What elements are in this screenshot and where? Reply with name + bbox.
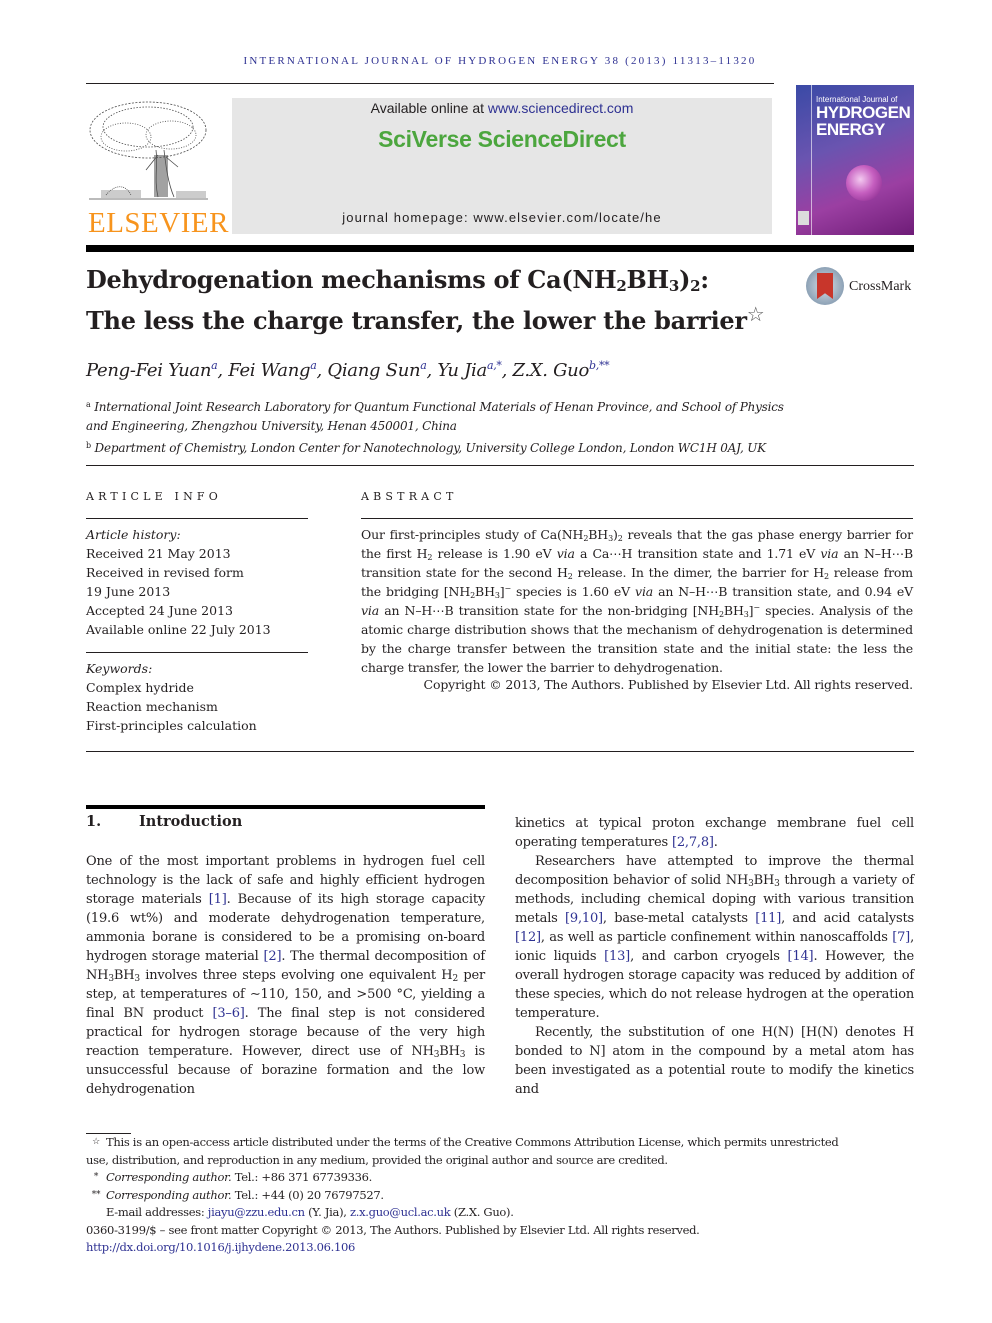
citation-link[interactable]: [3–6] bbox=[212, 1006, 244, 1021]
history-item: Available online 22 July 2013 bbox=[86, 622, 271, 637]
author-affiliation-mark[interactable]: a,* bbox=[487, 359, 502, 372]
corresponding-author-2: ** Corresponding author. Tel.: +44 (0) 20… bbox=[91, 1187, 384, 1202]
cover-orb-graphic bbox=[846, 165, 882, 201]
corresponding-author-1: * Corresponding author. Tel.: +86 371 677… bbox=[93, 1170, 373, 1184]
sciencedirect-link[interactable]: www.sciencedirect.com bbox=[488, 100, 634, 116]
author-affiliation-mark[interactable]: a bbox=[310, 359, 317, 372]
elsevier-tree-icon bbox=[89, 101, 208, 200]
article-history: Article history: Received 21 May 2013 Re… bbox=[86, 527, 271, 637]
history-item: Received 21 May 2013 bbox=[86, 546, 231, 561]
keywords-list: Keywords: Complex hydride Reaction mecha… bbox=[86, 661, 257, 733]
abstract-heading: ABSTRACT bbox=[361, 490, 458, 503]
sciverse-sciencedirect-logo[interactable]: SciVerse ScienceDirect bbox=[232, 126, 772, 153]
history-item: Accepted 24 June 2013 bbox=[86, 603, 233, 618]
body-column-left: One of the most important problems in hy… bbox=[86, 854, 485, 1097]
sciencedirect-banner: Available online at www.sciencedirect.co… bbox=[232, 98, 772, 234]
body-column-right: kinetics at typical proton exchange memb… bbox=[515, 816, 915, 1097]
email-addresses: E-mail addresses: jiayu@zzu.edu.cn (Y. J… bbox=[106, 1205, 514, 1219]
cover-publisher-mark bbox=[798, 211, 809, 225]
available-online-text: Available online at www.sciencedirect.co… bbox=[370, 100, 634, 116]
author-name[interactable]: Z.X. Guo bbox=[512, 360, 589, 381]
article-title: Dehydrogenation mechanisms of Ca(NH2BH3)… bbox=[86, 265, 765, 335]
history-item: Received in revised form bbox=[86, 565, 244, 580]
author-name[interactable]: Fei Wang bbox=[228, 360, 310, 381]
abstract-copyright: Copyright © 2013, The Authors. Published… bbox=[423, 677, 914, 692]
citation-link[interactable]: [1] bbox=[209, 892, 227, 907]
abstract-bottom-rule bbox=[86, 751, 914, 752]
open-access-note: ☆ This is an open-access article distribu… bbox=[86, 1134, 916, 1152]
abstract-rule bbox=[361, 518, 913, 519]
running-header: INTERNATIONAL JOURNAL OF HYDROGEN ENERGY… bbox=[243, 55, 757, 67]
header-rule bbox=[86, 83, 774, 84]
author-affiliation-mark[interactable]: b,** bbox=[589, 359, 610, 372]
section-rule bbox=[86, 805, 485, 809]
citation-link[interactable]: [13] bbox=[604, 949, 630, 964]
citation-link[interactable]: [2] bbox=[264, 949, 282, 964]
citation-link[interactable]: [7] bbox=[892, 930, 910, 945]
keyword-item: Complex hydride bbox=[86, 680, 194, 695]
keyword-item: Reaction mechanism bbox=[86, 699, 218, 714]
citation-link[interactable]: [9,10] bbox=[565, 911, 603, 926]
article-info-heading: ARTICLE INFO bbox=[86, 490, 222, 503]
article-info-rule bbox=[86, 518, 308, 519]
abstract-text: Our first-principles study of Ca(NH2BH3)… bbox=[361, 527, 913, 675]
email-link-jia[interactable]: jiayu@zzu.edu.cn bbox=[208, 1205, 305, 1219]
affiliation-a: a International Joint Research Laborator… bbox=[86, 400, 784, 455]
affiliation-rule bbox=[86, 465, 914, 466]
issn-copyright: 0360-3199/$ – see front matter Copyright… bbox=[86, 1222, 700, 1237]
section-heading-introduction: 1. Introduction bbox=[86, 813, 243, 830]
elsevier-logo[interactable]: ELSEVIER bbox=[86, 95, 228, 240]
author-name[interactable]: Qiang Sun bbox=[327, 360, 420, 381]
history-item: 19 June 2013 bbox=[86, 584, 171, 599]
cover-journal-name: HYDROGEN ENERGY bbox=[816, 103, 911, 139]
keywords-rule bbox=[86, 652, 308, 653]
citation-link[interactable]: [2,7,8] bbox=[672, 835, 714, 850]
citation-link[interactable]: [11] bbox=[755, 911, 781, 926]
keyword-item: First-principles calculation bbox=[86, 718, 257, 733]
journal-homepage-link[interactable]: journal homepage: www.elsevier.com/locat… bbox=[232, 210, 772, 225]
footnotes: ☆ This is an open-access article distribu… bbox=[86, 1134, 916, 1257]
elsevier-wordmark: ELSEVIER bbox=[88, 207, 229, 239]
journal-cover-image[interactable]: International Journal of HYDROGEN ENERGY bbox=[796, 85, 914, 235]
title-footnote-star-icon[interactable]: ☆ bbox=[747, 302, 765, 326]
author-name[interactable]: Yu Jia bbox=[437, 360, 487, 381]
masthead-rule bbox=[86, 245, 914, 252]
author-affiliation-mark[interactable]: a bbox=[211, 359, 218, 372]
author-affiliation-mark[interactable]: a bbox=[420, 359, 427, 372]
author-name[interactable]: Peng-Fei Yuan bbox=[86, 360, 211, 381]
email-link-guo[interactable]: z.x.guo@ucl.ac.uk bbox=[350, 1205, 451, 1219]
doi-link[interactable]: http://dx.doi.org/10.1016/j.ijhydene.201… bbox=[86, 1239, 916, 1257]
author-list: Peng-Fei Yuana, Fei Wanga, Qiang Suna, Y… bbox=[86, 359, 610, 381]
citation-link[interactable]: [12] bbox=[515, 930, 541, 945]
citation-link[interactable]: [14] bbox=[788, 949, 814, 964]
crossmark-button[interactable]: CrossMark bbox=[806, 267, 916, 309]
star-icon: ☆ bbox=[92, 1137, 100, 1147]
